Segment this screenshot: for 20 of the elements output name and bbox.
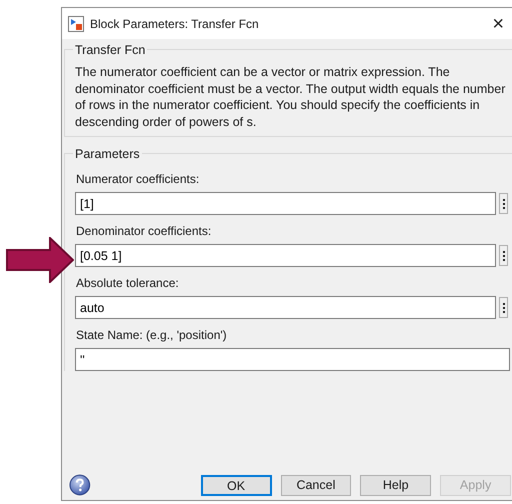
field-label: State Name: (e.g., 'position') [76,327,228,344]
dialog-button[interactable]: Cancel [280,474,352,496]
more-options-button[interactable] [499,193,508,214]
dialog-button[interactable]: OK [200,474,272,496]
input-field[interactable]: [0.05 1] [75,244,496,267]
more-options-button[interactable] [499,245,508,266]
block-icon [68,16,84,32]
more-options-button[interactable] [499,297,508,318]
input-field[interactable]: auto [75,296,496,319]
field-label: Denominator coefficients: [76,223,212,240]
description-text: The numerator coefficient can be a vector or matrix expression. The denominator coefficient must be a vector. The output width equals the number of rows in the numerator coefficient. You should specify the coefficients in descending order of powers of s. [75,64,506,130]
help-icon[interactable] [69,474,91,496]
pointer-arrow [6,237,74,283]
dialog-button[interactable]: Help [360,474,432,496]
input-field[interactable]: '' [75,348,510,371]
close-button[interactable]: × [492,14,504,34]
window-title: Block Parameters: Transfer Fcn [90,16,259,32]
input-field[interactable]: [1] [75,192,496,215]
field-label: Numerator coefficients: [76,171,200,188]
field-label: Absolute tolerance: [76,275,180,292]
